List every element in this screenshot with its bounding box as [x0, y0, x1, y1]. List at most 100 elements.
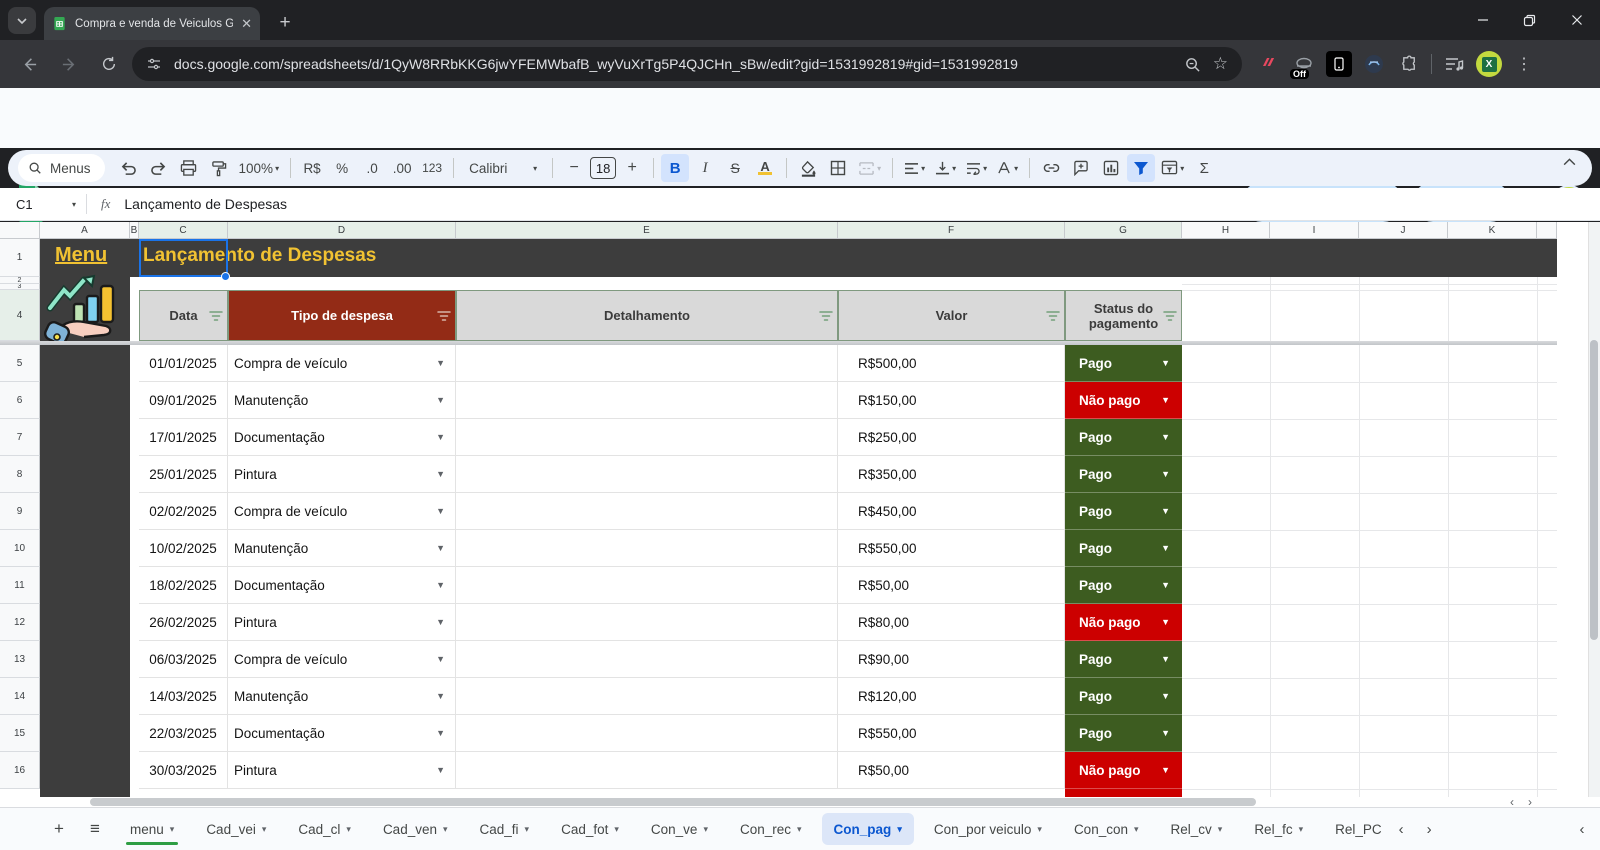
- cell-detalhamento-row7[interactable]: [456, 419, 838, 456]
- table-header-valor[interactable]: Valor: [838, 290, 1065, 341]
- address-bar[interactable]: docs.google.com/spreadsheets/d/1QyW8RRbK…: [132, 47, 1242, 81]
- status-dropdown-icon[interactable]: ▼: [1161, 617, 1170, 627]
- cell-status-row15[interactable]: Pago▼: [1065, 715, 1182, 752]
- cell-data-row6[interactable]: 09/01/2025: [139, 382, 228, 419]
- status-dropdown-icon[interactable]: ▼: [1161, 395, 1170, 405]
- increase-decimals-button[interactable]: .00: [388, 154, 416, 182]
- tipo-dropdown-icon[interactable]: ▼: [436, 728, 445, 738]
- sheet-tab-menu-icon[interactable]: ▾: [703, 824, 708, 835]
- sheet-tab-menu-icon[interactable]: ▾: [797, 824, 802, 835]
- name-box[interactable]: C1 ▾: [0, 197, 86, 212]
- table-header-tipo[interactable]: Tipo de despesa: [228, 290, 456, 341]
- status-dropdown-icon[interactable]: ▼: [1161, 580, 1170, 590]
- toolbar-collapse-button[interactable]: [1563, 158, 1576, 166]
- sheet-tab-menu[interactable]: menu▾: [118, 813, 186, 845]
- functions-button[interactable]: Σ: [1190, 154, 1218, 182]
- cell-tipo-row10[interactable]: Manutenção▼: [228, 530, 456, 567]
- cell-tipo-row15[interactable]: Documentação▼: [228, 715, 456, 752]
- status-dropdown-icon[interactable]: ▼: [1161, 432, 1170, 442]
- column-header-A[interactable]: A: [40, 222, 130, 239]
- sheet-tab-menu-icon[interactable]: ▾: [1037, 824, 1042, 835]
- sheet-tab-cad_cl[interactable]: Cad_cl▾: [286, 813, 363, 845]
- column-header-E[interactable]: E: [456, 222, 838, 239]
- tipo-dropdown-icon[interactable]: ▼: [436, 432, 445, 442]
- sheet-tab-menu-icon[interactable]: ▾: [1134, 824, 1139, 835]
- cell-status-row14[interactable]: Pago▼: [1065, 678, 1182, 715]
- tipo-dropdown-icon[interactable]: ▼: [436, 543, 445, 553]
- undo-button[interactable]: [115, 154, 143, 182]
- sheet-tab-rel_pc[interactable]: Rel_PC: [1323, 813, 1381, 845]
- cell-valor-row11[interactable]: R$50,00: [838, 567, 1065, 604]
- tipo-dropdown-icon[interactable]: ▼: [436, 691, 445, 701]
- cell-data-row7[interactable]: 17/01/2025: [139, 419, 228, 456]
- cell-detalhamento-row14[interactable]: [456, 678, 838, 715]
- cell-data-row10[interactable]: 10/02/2025: [139, 530, 228, 567]
- column-header-B[interactable]: B: [130, 222, 139, 239]
- formula-input[interactable]: Lançamento de Despesas: [124, 196, 287, 212]
- status-dropdown-icon[interactable]: ▼: [1161, 654, 1170, 664]
- cell-data-row9[interactable]: 02/02/2025: [139, 493, 228, 530]
- cell-status-row10[interactable]: Pago▼: [1065, 530, 1182, 567]
- table-header-detalhamento[interactable]: Detalhamento: [456, 290, 838, 341]
- row-header-13[interactable]: 13: [0, 641, 40, 678]
- cell-tipo-row8[interactable]: Pintura▼: [228, 456, 456, 493]
- status-dropdown-icon[interactable]: ▼: [1161, 358, 1170, 368]
- tipo-dropdown-icon[interactable]: ▼: [436, 580, 445, 590]
- cell-detalhamento-row6[interactable]: [456, 382, 838, 419]
- row-header-5[interactable]: 5: [0, 345, 40, 382]
- paint-format-button[interactable]: [205, 154, 233, 182]
- cell-data-row11[interactable]: 18/02/2025: [139, 567, 228, 604]
- format-percent-button[interactable]: %: [328, 154, 356, 182]
- row-header-16[interactable]: 16: [0, 752, 40, 789]
- redo-button[interactable]: [145, 154, 173, 182]
- zoom-page-icon[interactable]: [1184, 56, 1201, 73]
- tipo-dropdown-icon[interactable]: ▼: [436, 617, 445, 627]
- cell-valor-row5[interactable]: R$500,00: [838, 345, 1065, 382]
- forward-button[interactable]: [52, 47, 86, 81]
- cell-detalhamento-row15[interactable]: [456, 715, 838, 752]
- cell-valor-row14[interactable]: R$120,00: [838, 678, 1065, 715]
- cell-status-row16[interactable]: Não pago▼: [1065, 752, 1182, 789]
- borders-button[interactable]: [824, 154, 852, 182]
- sheet-tab-menu-icon[interactable]: ▾: [1299, 824, 1304, 835]
- sheet-tab-cad_vei[interactable]: Cad_vei▾: [194, 813, 278, 845]
- tab-scroll-edge[interactable]: ‹: [1568, 815, 1596, 843]
- sheet-tab-menu-icon[interactable]: ▾: [614, 824, 619, 835]
- vertical-align-button[interactable]: ▾: [931, 154, 960, 182]
- tab-close-icon[interactable]: ✕: [241, 16, 252, 32]
- minimize-button[interactable]: [1459, 0, 1506, 40]
- cell-valor-row12[interactable]: R$80,00: [838, 604, 1065, 641]
- format-currency-button[interactable]: R$: [298, 154, 326, 182]
- cell-tipo-row16[interactable]: Pintura▼: [228, 752, 456, 789]
- cell-valor-row13[interactable]: R$90,00: [838, 641, 1065, 678]
- tab-media-icon[interactable]: [1441, 51, 1467, 77]
- cell-tipo-row9[interactable]: Compra de veículo▼: [228, 493, 456, 530]
- status-dropdown-icon[interactable]: ▼: [1161, 728, 1170, 738]
- cell-detalhamento-row5[interactable]: [456, 345, 838, 382]
- text-color-button[interactable]: A: [751, 154, 779, 182]
- more-formats-button[interactable]: 123: [418, 154, 446, 182]
- row-header-9[interactable]: 9: [0, 493, 40, 530]
- cell-status-row9[interactable]: Pago▼: [1065, 493, 1182, 530]
- select-all-corner[interactable]: [0, 222, 40, 239]
- cell-tipo-row11[interactable]: Documentação▼: [228, 567, 456, 604]
- column-header-F[interactable]: F: [838, 222, 1065, 239]
- cell-detalhamento-row13[interactable]: [456, 641, 838, 678]
- sheet-tab-cad_fot[interactable]: Cad_fot▾: [549, 813, 631, 845]
- sheet-tab-menu-icon[interactable]: ▾: [346, 824, 351, 835]
- cell-tipo-row5[interactable]: Compra de veículo▼: [228, 345, 456, 382]
- new-tab-button[interactable]: +: [272, 10, 298, 36]
- cell-detalhamento-row8[interactable]: [456, 456, 838, 493]
- status-dropdown-icon[interactable]: ▼: [1161, 506, 1170, 516]
- cell-data-row5[interactable]: 01/01/2025: [139, 345, 228, 382]
- browser-profile-avatar[interactable]: X: [1476, 51, 1502, 77]
- sheet-tab-cad_ven[interactable]: Cad_ven▾: [371, 813, 460, 845]
- cell-tipo-row12[interactable]: Pintura▼: [228, 604, 456, 641]
- fill-color-button[interactable]: [794, 154, 822, 182]
- tipo-dropdown-icon[interactable]: ▼: [436, 654, 445, 664]
- font-size-input[interactable]: 18: [590, 157, 616, 179]
- cell-data-row14[interactable]: 14/03/2025: [139, 678, 228, 715]
- column-header-G[interactable]: G: [1065, 222, 1182, 239]
- extension-red-icon[interactable]: [1256, 51, 1282, 77]
- insert-chart-button[interactable]: [1097, 154, 1125, 182]
